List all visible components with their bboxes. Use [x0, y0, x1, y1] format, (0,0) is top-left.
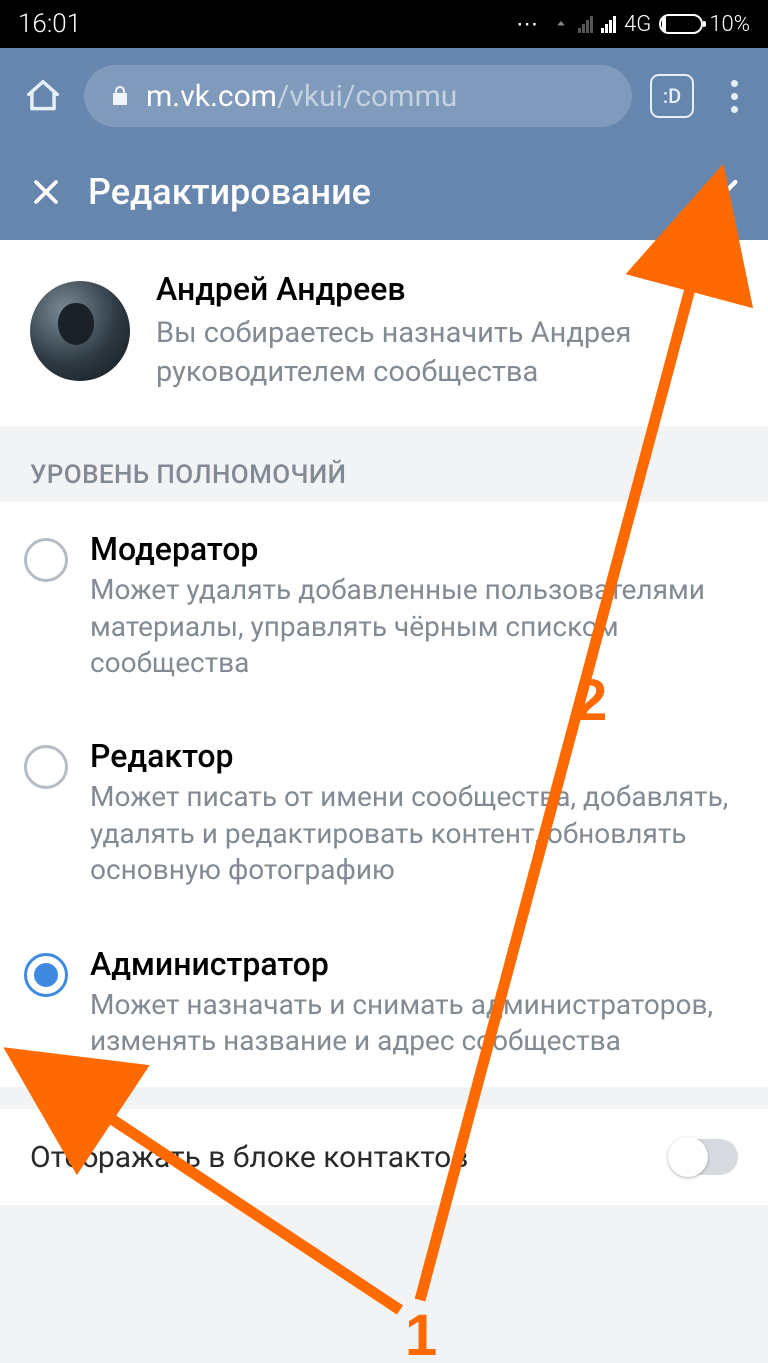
radio-icon [24, 538, 68, 582]
confirm-button[interactable] [698, 172, 746, 212]
role-description: Может удалять добавленные пользователями… [90, 572, 738, 681]
signal-sim2-icon [601, 15, 616, 33]
role-description: Может писать от имени сообщества, добавл… [90, 779, 738, 888]
role-title: Администратор [90, 945, 738, 983]
status-right: ⋯ 4G 10% [516, 12, 750, 37]
avatar [30, 281, 130, 381]
url-domain: m.vk.com [146, 79, 277, 114]
show-in-contacts-row: Отображать в блоке контактов [0, 1109, 768, 1205]
role-option-moderator[interactable]: Модератор Может удалять добавленные поль… [0, 502, 768, 709]
browser-toolbar: m.vk.com/vkui/commu :D [0, 48, 768, 144]
page-title: Редактирование [88, 171, 698, 213]
user-description: Вы собираетесь назначить Андрея руководи… [156, 314, 738, 392]
status-updown-icon [552, 15, 570, 33]
tabs-face-icon: :D [663, 84, 681, 108]
role-option-administrator[interactable]: Администратор Может назначать и снимать … [0, 917, 768, 1088]
tabs-button[interactable]: :D [650, 74, 694, 118]
browser-menu-icon[interactable] [712, 80, 756, 113]
lock-icon [108, 84, 132, 108]
annotation-label-1: 1 [405, 1303, 437, 1363]
close-button[interactable] [22, 175, 70, 209]
role-title: Редактор [90, 737, 738, 775]
toggle-knob-icon [668, 1137, 708, 1177]
url-path: /vkui/commu [277, 79, 457, 114]
network-label: 4G [624, 12, 651, 37]
section-header-permissions: УРОВЕНЬ ПОЛНОМОЧИЙ [0, 426, 768, 502]
status-time: 16:01 [18, 9, 516, 39]
battery-indicator: 10% [659, 12, 750, 37]
role-radio-group: Модератор Может удалять добавленные поль… [0, 502, 768, 1087]
battery-percent: 10% [709, 12, 750, 37]
toggle-label: Отображать в блоке контактов [30, 1140, 668, 1175]
status-more-dots-icon: ⋯ [516, 12, 544, 37]
url-bar[interactable]: m.vk.com/vkui/commu [84, 65, 632, 127]
home-icon[interactable] [12, 65, 74, 127]
role-description: Может назначать и снимать администраторо… [90, 987, 738, 1060]
android-status-bar: 16:01 ⋯ 4G 10% [0, 0, 768, 48]
radio-icon [24, 953, 68, 997]
signal-sim1-icon [578, 15, 593, 33]
user-card: Андрей Андреев Вы собираетесь назначить … [0, 240, 768, 426]
user-name: Андрей Андреев [156, 270, 738, 308]
show-in-contacts-toggle[interactable] [668, 1139, 738, 1175]
battery-icon [659, 14, 703, 34]
role-title: Модератор [90, 530, 738, 568]
radio-icon [24, 745, 68, 789]
role-option-editor[interactable]: Редактор Может писать от имени сообществ… [0, 709, 768, 916]
page-header: Редактирование [0, 144, 768, 240]
